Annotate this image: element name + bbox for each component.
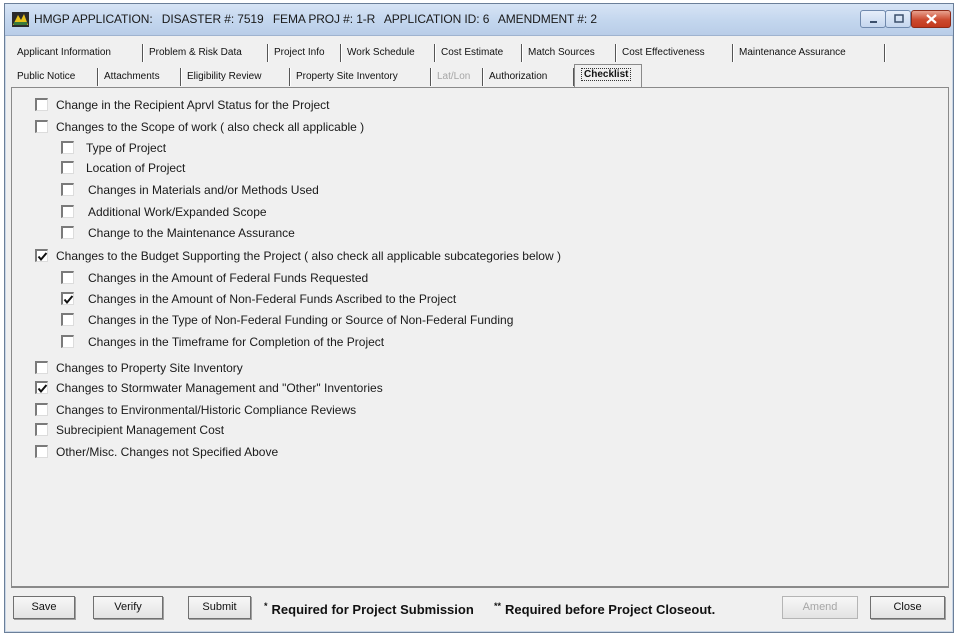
checklist-item-label: Changes in the Timeframe for Completion …: [88, 335, 385, 349]
checkbox-unchecked[interactable]: [35, 361, 48, 374]
window-title: HMGP APPLICATION: DISASTER #: 7519 FEMA …: [34, 12, 603, 26]
checkbox-unchecked[interactable]: [61, 271, 74, 284]
save-button[interactable]: Save: [13, 596, 75, 619]
checklist-item-label: Changes to the Budget Supporting the Pro…: [56, 249, 561, 263]
checkbox-unchecked[interactable]: [35, 445, 48, 458]
checklist-item-label: Additional Work/Expanded Scope: [88, 205, 267, 219]
tab-maintenance-assurance[interactable]: Maintenance Assurance: [733, 42, 885, 63]
tab-checklist[interactable]: Checklist: [574, 64, 642, 87]
checklist-item-label: Change to the Maintenance Assurance: [88, 226, 295, 240]
close-icon: [926, 14, 937, 24]
checklist-item-label: Changes in the Type of Non-Federal Fundi…: [88, 313, 514, 327]
checklist-item-label: Changes to Property Site Inventory: [56, 361, 243, 375]
title-bar: HMGP APPLICATION: DISASTER #: 7519 FEMA …: [5, 4, 953, 36]
maximize-icon: [894, 14, 904, 23]
application-window: HMGP APPLICATION: DISASTER #: 7519 FEMA …: [4, 3, 954, 633]
checkbox-unchecked[interactable]: [61, 313, 74, 326]
checkbox-unchecked[interactable]: [35, 120, 48, 133]
checkbox-unchecked[interactable]: [61, 141, 74, 154]
required-closeout-note: ** Required before Project Closeout.: [494, 601, 715, 617]
tab-problem-risk-data[interactable]: Problem & Risk Data: [143, 42, 268, 63]
verify-button[interactable]: Verify: [93, 596, 163, 619]
maximize-button[interactable]: [885, 10, 911, 28]
required-closeout-mark: **: [494, 601, 502, 611]
minimize-button[interactable]: [860, 10, 886, 28]
checklist-item-label: Location of Project: [86, 161, 186, 175]
checkbox-unchecked[interactable]: [61, 183, 74, 196]
tab-work-schedule[interactable]: Work Schedule: [341, 42, 435, 63]
checkmark-icon: [37, 384, 48, 394]
checkbox-unchecked[interactable]: [35, 403, 48, 416]
title-project: FEMA PROJ #: 1-R: [272, 12, 376, 26]
tab-applicant-information[interactable]: Applicant Information: [11, 42, 143, 63]
tab-cost-effectiveness[interactable]: Cost Effectiveness: [616, 42, 733, 63]
title-application-id: APPLICATION ID: 6: [383, 12, 490, 26]
tab-lat-lon: Lat/Lon: [431, 66, 483, 87]
checkbox-unchecked[interactable]: [61, 161, 74, 174]
tab-project-info[interactable]: Project Info: [268, 42, 341, 63]
checklist-item-label: Type of Project: [86, 141, 167, 155]
tab-eligibility-review[interactable]: Eligibility Review: [181, 66, 290, 87]
amend-button: Amend: [782, 596, 858, 619]
checkmark-icon: [63, 295, 74, 305]
checkbox-unchecked[interactable]: [61, 205, 74, 218]
app-logo-icon: [12, 12, 29, 27]
checkmark-icon: [37, 252, 48, 262]
checklist-item-label: Changes in Materials and/or Methods Used: [88, 183, 319, 197]
checklist-item-label: Changes in the Amount of Federal Funds R…: [88, 271, 369, 285]
title-app: HMGP APPLICATION:: [34, 12, 153, 26]
checkbox-unchecked[interactable]: [61, 226, 74, 239]
checklist-item-label: Change in the Recipient Aprvl Status for…: [56, 98, 330, 112]
checkbox-unchecked[interactable]: [35, 423, 48, 436]
required-submission-text: Required for Project Submission: [271, 602, 474, 617]
checklist-item-label: Changes in the Amount of Non-Federal Fun…: [88, 292, 457, 306]
checklist-item-label: Subrecipient Management Cost: [56, 423, 225, 437]
title-disaster: DISASTER #: 7519: [161, 12, 264, 26]
tab-match-sources[interactable]: Match Sources: [522, 42, 616, 63]
checkbox-unchecked[interactable]: [35, 98, 48, 111]
checklist-item-label: Changes to Stormwater Management and "Ot…: [56, 381, 383, 395]
title-amendment: AMENDMENT #: 2: [497, 12, 597, 26]
required-submission-mark: *: [264, 601, 268, 611]
tab-attachments[interactable]: Attachments: [98, 66, 181, 87]
tab-cost-estimate[interactable]: Cost Estimate: [435, 42, 522, 63]
tab-public-notice[interactable]: Public Notice: [11, 66, 98, 87]
close-window-button[interactable]: [911, 10, 951, 28]
checklist-item-label: Changes to the Scope of work ( also chec…: [56, 120, 365, 134]
minimize-icon: [870, 21, 877, 23]
tab-property-site-inventory[interactable]: Property Site Inventory: [290, 66, 431, 87]
checkbox-unchecked[interactable]: [61, 335, 74, 348]
checklist-item-label: Other/Misc. Changes not Specified Above: [56, 445, 279, 459]
close-button[interactable]: Close: [870, 596, 945, 619]
checkbox-checked[interactable]: [35, 381, 48, 394]
checklist-item-label: Changes to Environmental/Historic Compli…: [56, 403, 357, 417]
checkbox-checked[interactable]: [61, 292, 74, 305]
required-submission-note: * Required for Project Submission: [264, 601, 474, 617]
footer-divider: [11, 587, 949, 588]
submit-button[interactable]: Submit: [188, 596, 251, 619]
required-closeout-text: Required before Project Closeout.: [505, 602, 716, 617]
tab-authorization[interactable]: Authorization: [483, 66, 574, 87]
checkbox-checked[interactable]: [35, 249, 48, 262]
